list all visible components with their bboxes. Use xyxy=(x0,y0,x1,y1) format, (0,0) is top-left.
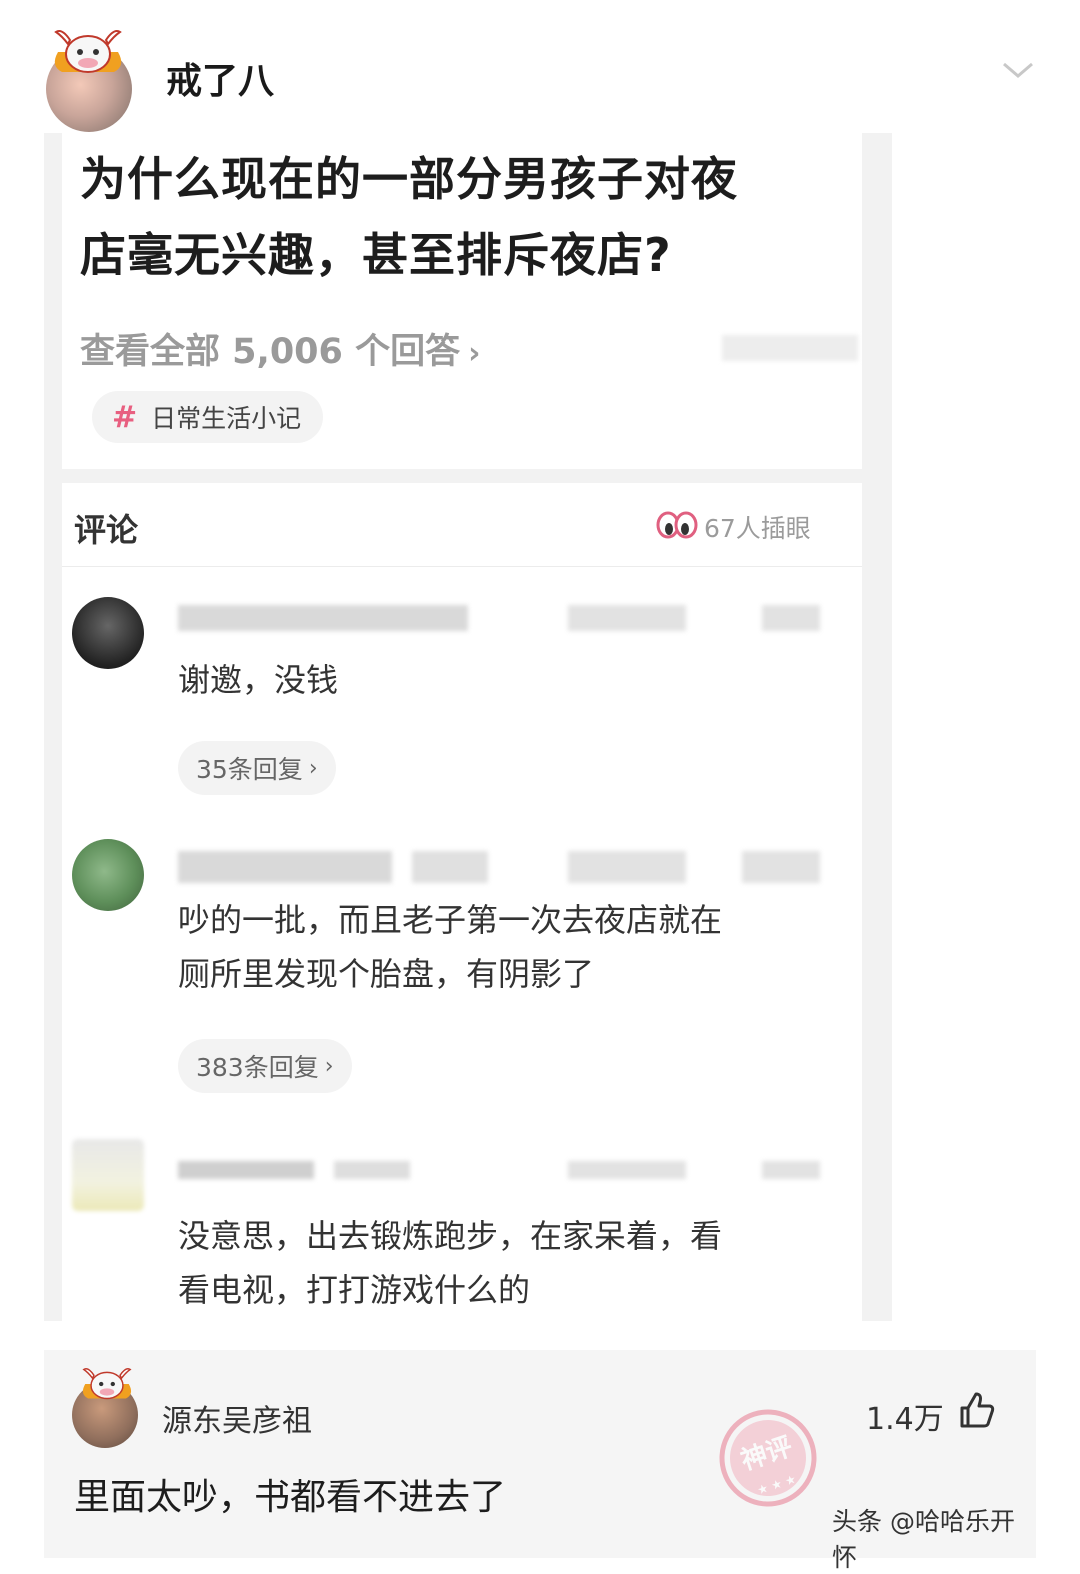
comments-card: 评论 67人插眼 谢邀，没钱 35条回复 › 吵的一批，而且老子第一次去夜店就在… xyxy=(62,483,862,1321)
blurred-meta xyxy=(412,851,488,883)
commenter-name[interactable]: 源东吴彦祖 xyxy=(162,1396,312,1440)
blurred-meta xyxy=(762,1161,820,1179)
question-card: 为什么现在的一部分男孩子对夜 店毫无兴趣，甚至排斥夜店? 查看全部 5,006 … xyxy=(62,133,862,469)
answers-link-label: 查看全部 5,006 个回答 xyxy=(80,332,461,372)
topic-tag[interactable]: # 日常生活小记 xyxy=(92,391,324,443)
featured-comment: 源东吴彦祖 神评 ★ ★ ★ 1.4万 里面太吵，书都看不进去了 头条 @哈哈乐… xyxy=(44,1350,1036,1572)
comment-text: 没意思，出去锻炼跑步，在家呆着，看 看电视，打打游戏什么的 xyxy=(178,1209,722,1317)
comment-item: 谢邀，没钱 35条回复 › xyxy=(62,591,862,801)
question-title: 为什么现在的一部分男孩子对夜 店毫无兴趣，甚至排斥夜店? xyxy=(80,141,880,293)
featured-comment-text: 里面太吵，书都看不进去了 xyxy=(74,1477,507,1518)
blurred-username xyxy=(178,605,468,631)
chevron-right-icon: › xyxy=(468,336,481,371)
comment-line: 没意思，出去锻炼跑步，在家呆着，看 xyxy=(178,1217,723,1255)
source-watermark: 头条 @哈哈乐开怀 xyxy=(832,1507,1015,1572)
view-all-answers-link[interactable]: 查看全部 5,006 个回答 › xyxy=(80,323,480,374)
replies-count: 383条回复 xyxy=(196,1053,319,1082)
blurred-content xyxy=(722,335,858,361)
blurred-meta xyxy=(568,1161,686,1179)
blurred-meta xyxy=(568,851,686,883)
comment-text: 谢邀，没钱 xyxy=(178,653,338,707)
comments-header: 评论 67人插眼 xyxy=(62,483,862,567)
embedded-screenshot: 为什么现在的一部分男孩子对夜 店毫无兴趣，甚至排斥夜店? 查看全部 5,006 … xyxy=(44,133,892,1321)
blurred-meta xyxy=(762,605,820,631)
cow-badge-icon xyxy=(54,30,122,73)
comments-title: 评论 xyxy=(74,511,139,549)
commenter-avatar[interactable] xyxy=(72,1364,142,1448)
comment-line: 吵的一批，而且老子第一次去夜店就在 xyxy=(178,901,723,939)
hash-icon: # xyxy=(112,399,138,435)
watchers-count: 67人插眼 xyxy=(704,514,811,543)
commenter-avatar[interactable] xyxy=(72,839,144,911)
replies-button[interactable]: 35条回复 › xyxy=(178,741,336,795)
topic-tag-label: 日常生活小记 xyxy=(151,404,302,433)
comment-item: 没意思，出去锻炼跑步，在家呆着，看 看电视，打打游戏什么的 xyxy=(62,1139,862,1321)
comment-line: 厕所里发现个胎盘，有阴影了 xyxy=(178,955,595,993)
comment-line: 谢邀，没钱 xyxy=(178,661,339,699)
blurred-username xyxy=(178,851,392,883)
thumbs-up-icon[interactable] xyxy=(956,1390,996,1430)
replies-count: 35条回复 xyxy=(196,755,303,784)
blurred-meta xyxy=(568,605,686,631)
commenter-avatar[interactable] xyxy=(72,1139,144,1211)
commenter-avatar[interactable] xyxy=(72,597,144,669)
blurred-meta xyxy=(334,1161,410,1179)
eyes-icon xyxy=(656,511,698,539)
blurred-username xyxy=(178,1161,314,1179)
cow-badge-icon xyxy=(82,1368,132,1400)
blurred-meta xyxy=(742,851,820,883)
author-avatar[interactable] xyxy=(44,30,136,132)
author-name[interactable]: 戒了八 xyxy=(166,52,274,104)
question-title-line: 为什么现在的一部分男孩子对夜 xyxy=(80,152,738,206)
like-count: 1.4万 xyxy=(866,1402,944,1437)
comment-line: 看电视，打打游戏什么的 xyxy=(178,1271,531,1309)
chevron-down-icon[interactable] xyxy=(1000,58,1036,82)
comment-text: 吵的一批，而且老子第一次去夜店就在 厕所里发现个胎盘，有阴影了 xyxy=(178,893,722,1001)
chevron-right-icon: › xyxy=(308,755,318,781)
question-title-line: 店毫无兴趣，甚至排斥夜店? xyxy=(80,228,672,282)
comment-item: 吵的一批，而且老子第一次去夜店就在 厕所里发现个胎盘，有阴影了 383条回复 › xyxy=(62,839,862,1109)
top-comment-stamp: 神评 ★ ★ ★ xyxy=(719,1409,817,1507)
replies-button[interactable]: 383条回复 › xyxy=(178,1039,352,1093)
chevron-right-icon: › xyxy=(324,1053,334,1079)
post-header: 戒了八 xyxy=(0,0,1080,132)
